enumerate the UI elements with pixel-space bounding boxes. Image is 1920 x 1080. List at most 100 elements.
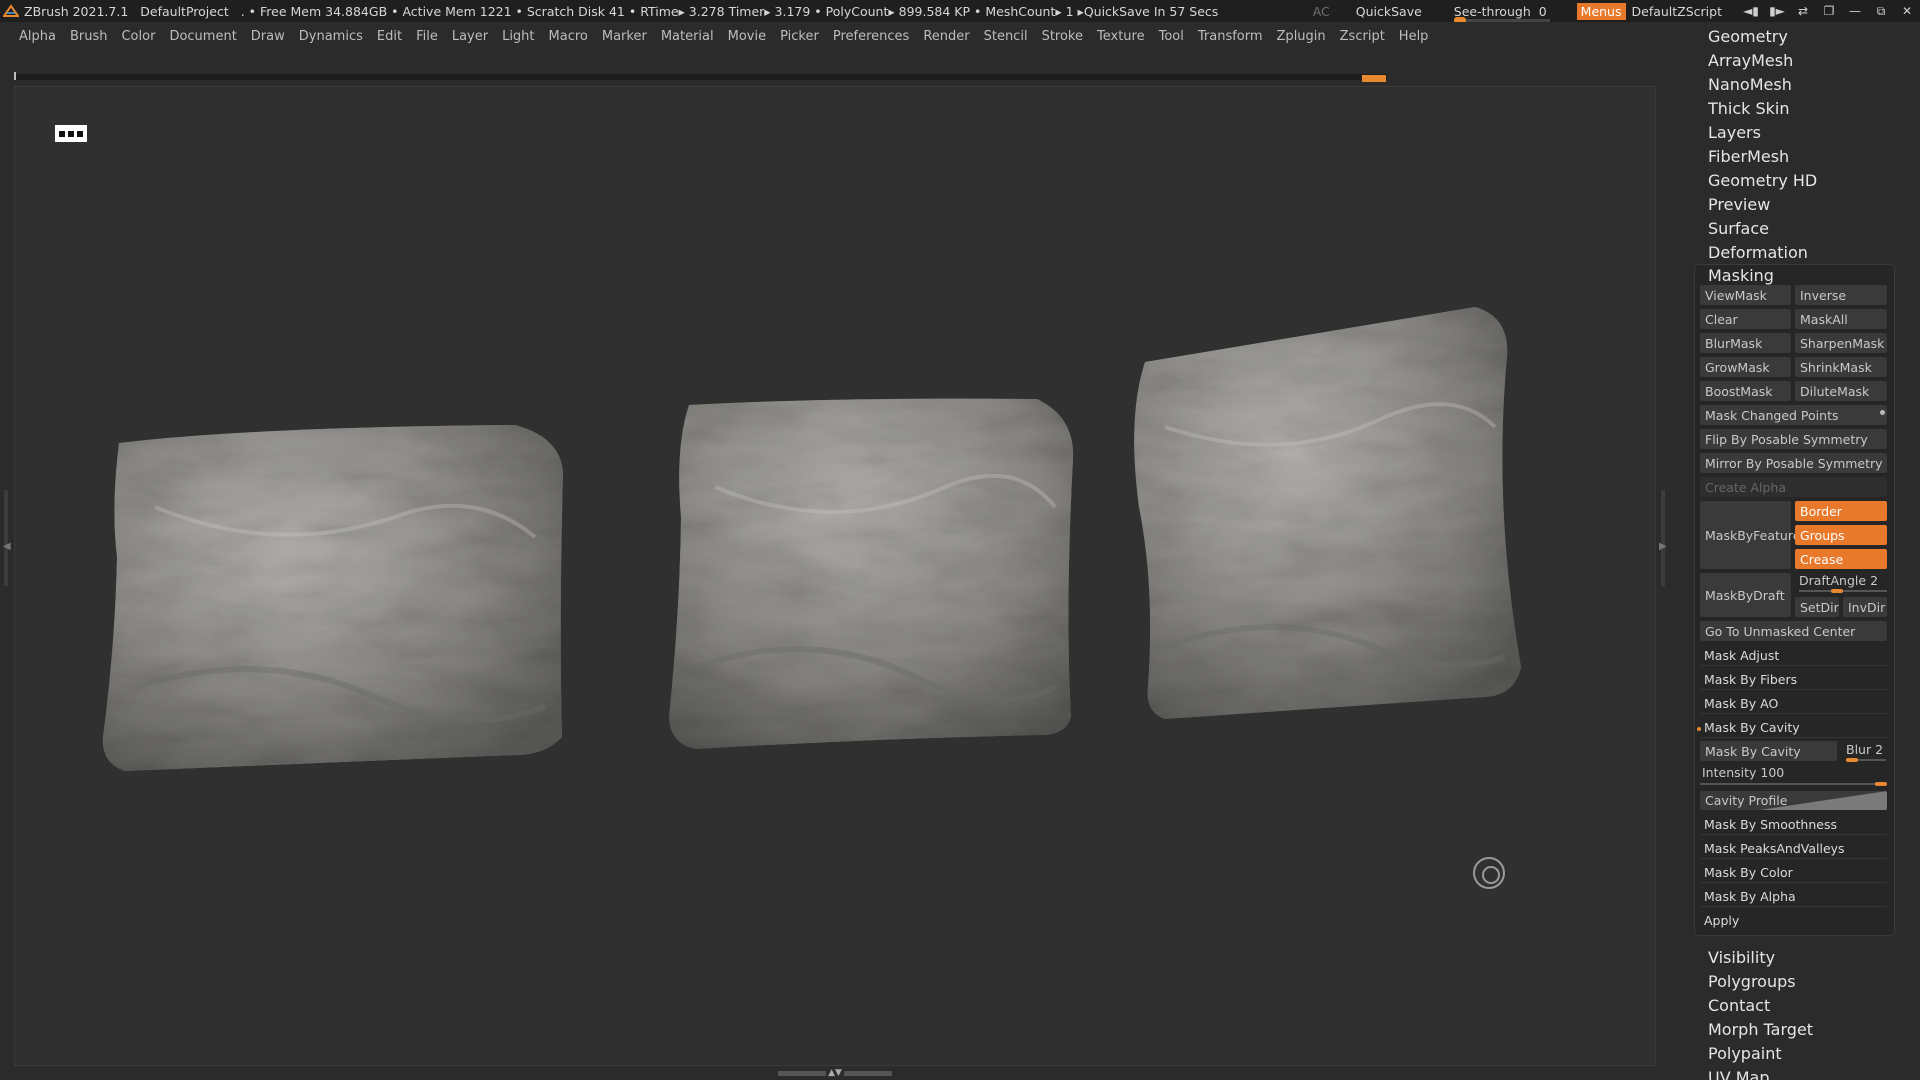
maskall-button[interactable]: MaskAll (1795, 309, 1887, 329)
mask-by-ao-section[interactable]: Mask By AO (1700, 694, 1887, 714)
subpalette-uv-map[interactable]: UV Map (1708, 1068, 1770, 1080)
subpalette-geometry[interactable]: Geometry (1708, 27, 1788, 46)
masking-title[interactable]: Masking (1708, 266, 1774, 285)
clear-button[interactable]: Clear (1700, 309, 1791, 329)
menu-stencil[interactable]: Stencil (984, 29, 1028, 44)
mask-by-alpha-section[interactable]: Mask By Alpha (1700, 887, 1887, 907)
growmask-button[interactable]: GrowMask (1700, 357, 1791, 377)
minimize-icon[interactable]: — (1842, 4, 1868, 18)
see-through-slider[interactable]: See-through 0 (1448, 4, 1553, 24)
default-zscript-button[interactable]: DefaultZScript (1632, 4, 1723, 19)
maskbydraft-button[interactable]: MaskByDraft (1700, 573, 1791, 617)
pillow-mesh-1[interactable] (102, 425, 563, 771)
menus-toggle[interactable]: Menus (1576, 2, 1626, 20)
menu-movie[interactable]: Movie (728, 29, 766, 44)
mirror-by-posable-symmetry-button[interactable]: Mirror By Posable Symmetry (1700, 453, 1887, 473)
border-toggle[interactable]: Border (1795, 501, 1887, 521)
menu-alpha[interactable]: Alpha (19, 29, 56, 44)
menu-marker[interactable]: Marker (602, 29, 647, 44)
setdir-button[interactable]: SetDir (1795, 597, 1839, 617)
menu-picker[interactable]: Picker (780, 29, 819, 44)
crease-toggle[interactable]: Crease (1795, 549, 1887, 569)
inverse-button[interactable]: Inverse (1795, 285, 1887, 305)
invdir-button[interactable]: InvDir (1843, 597, 1887, 617)
left-tray-handle[interactable] (4, 490, 8, 586)
blur-slider[interactable]: Blur 2 (1846, 742, 1883, 757)
blurmask-button[interactable]: BlurMask (1700, 333, 1791, 353)
subpalette-morph-target[interactable]: Morph Target (1708, 1020, 1813, 1039)
project-name[interactable]: DefaultProject (140, 4, 228, 19)
viewmask-button[interactable]: ViewMask (1700, 285, 1791, 305)
bottom-tray-handle[interactable]: ▲▼ (770, 1068, 900, 1078)
subpalette-arraymesh[interactable]: ArrayMesh (1708, 51, 1793, 70)
ui-swap-icon[interactable]: ⇄ (1790, 4, 1816, 18)
dilutemask-button[interactable]: DiluteMask (1795, 381, 1887, 401)
menu-zplugin[interactable]: Zplugin (1277, 29, 1326, 44)
menu-help[interactable]: Help (1399, 29, 1429, 44)
menu-color[interactable]: Color (121, 29, 155, 44)
maskbyfeature-button[interactable]: MaskByFeature (1700, 501, 1800, 569)
cavity-profile-curve[interactable]: Cavity Profile (1700, 791, 1887, 810)
layout-right-icon[interactable]: ▮► (1764, 4, 1790, 18)
menu-macro[interactable]: Macro (549, 29, 588, 44)
draftangle-knob[interactable] (1831, 589, 1843, 593)
pillow-mesh-3[interactable] (1134, 307, 1521, 719)
menu-edit[interactable]: Edit (377, 29, 402, 44)
menu-layer[interactable]: Layer (452, 29, 488, 44)
menu-texture[interactable]: Texture (1097, 29, 1145, 44)
create-alpha-button[interactable]: Create Alpha (1700, 477, 1887, 497)
menu-stroke[interactable]: Stroke (1042, 29, 1083, 44)
layout-left-icon[interactable]: ◄▮ (1738, 4, 1764, 18)
canvas-viewport[interactable] (14, 86, 1656, 1066)
go-to-unmasked-center-button[interactable]: Go To Unmasked Center (1700, 621, 1887, 641)
menu-material[interactable]: Material (661, 29, 714, 44)
mask-by-color-section[interactable]: Mask By Color (1700, 863, 1887, 883)
subpalette-polypaint[interactable]: Polypaint (1708, 1044, 1782, 1063)
subpalette-nanomesh[interactable]: NanoMesh (1708, 75, 1792, 94)
subpalette-visibility[interactable]: Visibility (1708, 948, 1775, 967)
menu-zscript[interactable]: Zscript (1340, 29, 1385, 44)
maximize-icon[interactable]: ⧉ (1868, 4, 1894, 19)
menu-tool[interactable]: Tool (1159, 29, 1184, 44)
intensity-slider[interactable]: Intensity 100 (1702, 765, 1784, 780)
timeline-track[interactable] (14, 72, 1387, 82)
subpalette-layers[interactable]: Layers (1708, 123, 1761, 142)
intensity-knob[interactable] (1875, 782, 1887, 786)
ac-toggle[interactable]: AC (1313, 4, 1330, 19)
subpalette-polygroups[interactable]: Polygroups (1708, 972, 1796, 991)
window-restore-icon[interactable]: ❐ (1816, 4, 1842, 18)
close-icon[interactable]: ✕ (1894, 4, 1920, 18)
blur-knob[interactable] (1846, 758, 1858, 762)
subpalette-preview[interactable]: Preview (1708, 195, 1770, 214)
draftangle-slider[interactable]: DraftAngle 2 (1799, 573, 1878, 588)
subpalette-geometry-hd[interactable]: Geometry HD (1708, 171, 1817, 190)
mask-by-cavity-section[interactable]: Mask By Cavity (1700, 718, 1887, 738)
groups-toggle[interactable]: Groups (1795, 525, 1887, 545)
menu-dynamics[interactable]: Dynamics (299, 29, 363, 44)
menu-file[interactable]: File (416, 29, 438, 44)
menu-brush[interactable]: Brush (70, 29, 108, 44)
menu-draw[interactable]: Draw (251, 29, 285, 44)
menu-light[interactable]: Light (502, 29, 534, 44)
navigation-target-icon[interactable] (1473, 857, 1505, 889)
timeline-current-marker[interactable] (1362, 75, 1386, 82)
quicksave-button[interactable]: QuickSave (1356, 4, 1422, 19)
mask-by-cavity-button[interactable]: Mask By Cavity (1700, 741, 1837, 761)
mask-changed-points-button[interactable]: Mask Changed Points (1700, 405, 1887, 425)
mask-by-smoothness-section[interactable]: Mask By Smoothness (1700, 815, 1887, 835)
right-tray-handle[interactable] (1661, 490, 1665, 586)
mask-by-fibers-section[interactable]: Mask By Fibers (1700, 670, 1887, 690)
menu-transform[interactable]: Transform (1198, 29, 1263, 44)
menu-document[interactable]: Document (169, 29, 236, 44)
sharpenmask-button[interactable]: SharpenMask (1795, 333, 1887, 353)
menu-preferences[interactable]: Preferences (833, 29, 909, 44)
right-tray-arrow-icon[interactable]: ▶ (1659, 541, 1667, 552)
pillow-mesh-2[interactable] (669, 398, 1074, 749)
subpalette-deformation[interactable]: Deformation (1708, 243, 1808, 262)
subpalette-thick-skin[interactable]: Thick Skin (1708, 99, 1790, 118)
subpalette-surface[interactable]: Surface (1708, 219, 1769, 238)
subpalette-contact[interactable]: Contact (1708, 996, 1770, 1015)
mask-adjust-section[interactable]: Mask Adjust (1700, 646, 1887, 666)
mask-peaks-and-valleys-section[interactable]: Mask PeaksAndValleys (1700, 839, 1887, 859)
shrinkmask-button[interactable]: ShrinkMask (1795, 357, 1887, 377)
